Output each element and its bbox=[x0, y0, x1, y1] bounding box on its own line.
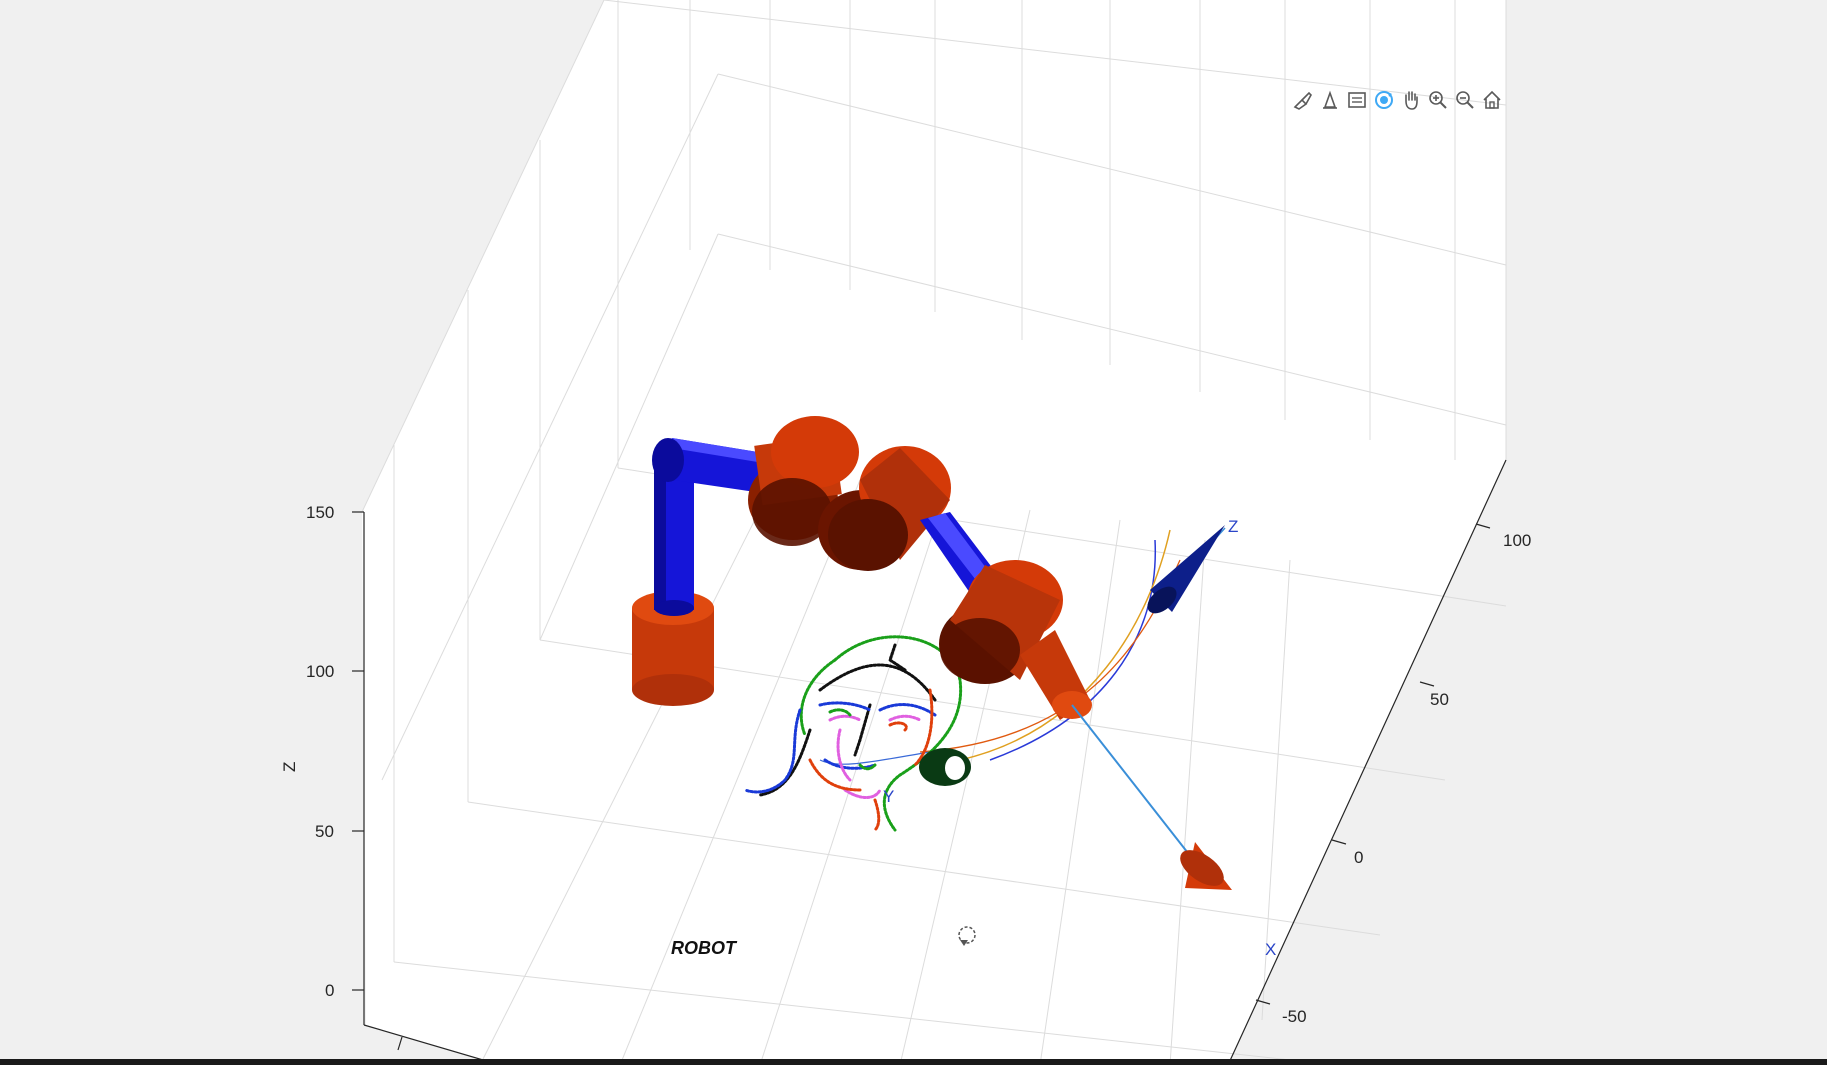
figure-window: 150 100 50 0 Z 100 50 0 -50 Y Z X ROBOT bbox=[0, 0, 1827, 1065]
zoom-in-icon bbox=[1428, 91, 1447, 109]
zoom-in-button[interactable] bbox=[1425, 87, 1450, 113]
plot-axes-3d[interactable]: 150 100 50 0 Z 100 50 0 -50 Y Z X ROBOT bbox=[0, 0, 1827, 1065]
y-tick-100: 100 bbox=[1503, 531, 1531, 550]
zoom-out-icon bbox=[1455, 91, 1474, 109]
restore-view-icon bbox=[1347, 92, 1366, 108]
frame-label-z: Z bbox=[1228, 517, 1238, 536]
brush-button[interactable] bbox=[1290, 87, 1315, 113]
rotate-3d-icon bbox=[1374, 91, 1393, 109]
z-tick-150: 150 bbox=[306, 503, 334, 522]
y-tick-0: 0 bbox=[1354, 848, 1363, 867]
z-tick-100: 100 bbox=[306, 662, 334, 681]
rotate-3d-button[interactable] bbox=[1371, 87, 1396, 113]
data-tip-icon bbox=[1322, 90, 1337, 109]
restore-view-button[interactable] bbox=[1344, 87, 1369, 113]
home-button[interactable] bbox=[1479, 87, 1504, 113]
frame-label-x: X bbox=[1265, 940, 1276, 959]
window-bottom-edge bbox=[0, 1059, 1827, 1065]
frame-label-y: Y bbox=[883, 787, 894, 806]
axes-toolbar bbox=[1290, 86, 1504, 114]
home-icon bbox=[1482, 90, 1501, 109]
robot-title: ROBOT bbox=[671, 938, 738, 958]
pan-icon bbox=[1404, 91, 1418, 110]
z-tick-50: 50 bbox=[315, 822, 334, 841]
z-axis-label: Z bbox=[280, 762, 299, 772]
brush-icon bbox=[1293, 91, 1312, 110]
zoom-out-button[interactable] bbox=[1452, 87, 1477, 113]
pan-button[interactable] bbox=[1398, 87, 1423, 113]
y-tick-minus50: -50 bbox=[1282, 1007, 1307, 1026]
z-tick-0: 0 bbox=[325, 981, 334, 1000]
y-tick-50: 50 bbox=[1430, 690, 1449, 709]
data-tip-button[interactable] bbox=[1317, 87, 1342, 113]
